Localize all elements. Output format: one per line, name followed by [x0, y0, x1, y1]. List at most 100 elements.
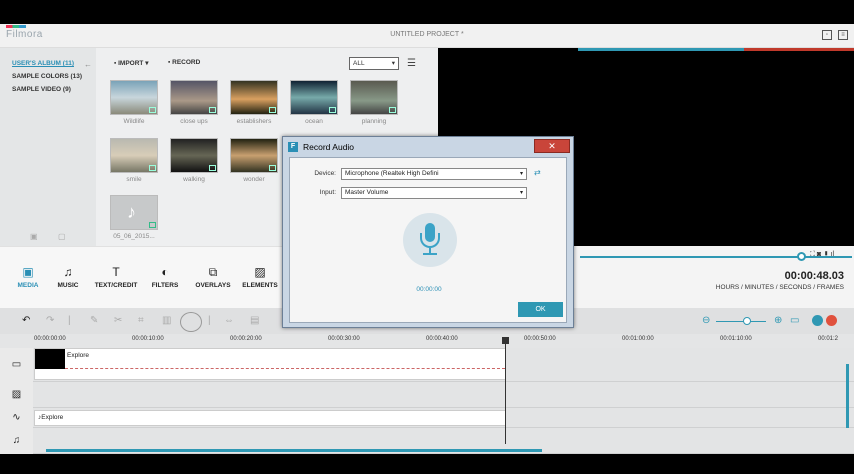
ruler-mark: 00:00:40:00 [426, 336, 458, 342]
media-thumb[interactable] [170, 80, 218, 115]
video-track-icon: ▭ [0, 348, 33, 382]
title-bar: Filmora UNTITLED PROJECT * ▫ ≡ [0, 24, 854, 48]
zoom-handle[interactable] [743, 317, 751, 325]
music-note-icon: ♪ [127, 202, 136, 222]
timecode: 00:00:48.03 [784, 270, 844, 282]
media-thumb-label: close ups [180, 118, 208, 125]
save-icon[interactable]: ▫ [822, 30, 832, 40]
album-users[interactable]: USER'S ALBUM (11) [12, 60, 74, 67]
music-track-icon: ♫ [0, 428, 33, 454]
elements-icon: ▨ [254, 265, 266, 279]
album-panel: USER'S ALBUM (11) SAMPLE COLORS (13) SAM… [0, 48, 96, 246]
timeline-tracks: ▭ Explore ▨ ∿ ♪Explore ♫ [0, 348, 854, 454]
media-thumb-label: walking [183, 176, 205, 183]
playhead[interactable] [505, 338, 506, 444]
remove-folder-icon[interactable]: ▢ [58, 232, 66, 241]
add-folder-icon[interactable]: ▣ [30, 232, 38, 241]
ruler-mark: 00:00:00:00 [34, 336, 66, 342]
list-view-icon[interactable]: ☰ [407, 58, 416, 69]
media-thumb[interactable] [230, 138, 278, 173]
record-icon[interactable] [826, 315, 837, 326]
zoom-slider[interactable] [716, 321, 766, 322]
ruler-mark: 00:00:50:00 [524, 336, 556, 342]
signal-icon[interactable]: ıl [831, 251, 835, 258]
dialog-titlebar[interactable]: F Record Audio ✕ [283, 137, 573, 157]
menu-icon[interactable]: ≡ [838, 30, 848, 40]
media-thumb[interactable] [110, 80, 158, 115]
close-button[interactable]: ✕ [534, 139, 570, 153]
device-select[interactable]: Microphone (Realtek High Defini ▾ [341, 168, 527, 180]
media-thumb-label: establishers [236, 118, 272, 125]
media-thumb-label: ocean [305, 118, 323, 125]
microphone-record-button[interactable] [403, 213, 457, 267]
import-button[interactable]: ▪ IMPORT ▾ [114, 59, 148, 67]
timecode-units: HOURS / MINUTES / SECONDS / FRAMES [715, 284, 844, 291]
redo-icon[interactable]: ↷ [46, 315, 54, 326]
fit-icon[interactable]: ▭ [790, 315, 799, 326]
media-thumb[interactable] [230, 80, 278, 115]
refresh-icon[interactable]: ⇄ [534, 168, 541, 177]
dialog-title: Record Audio [303, 142, 355, 152]
album-sample-colors[interactable]: SAMPLE COLORS (13) [12, 73, 82, 80]
album-sample-video[interactable]: SAMPLE VIDEO (9) [12, 86, 71, 93]
split-screen-icon[interactable]: ⇔ [224, 315, 234, 326]
vertical-scrollbar[interactable] [846, 364, 849, 428]
edit-icon[interactable]: ✎ [90, 315, 98, 326]
scrubber-handle[interactable] [797, 252, 806, 261]
media-icon: ▣ [22, 265, 34, 279]
tab-elements[interactable]: ▨ ELEMENTS [238, 265, 282, 289]
ruler-mark: 00:01:2 [818, 336, 839, 342]
device-label: Device: [314, 170, 336, 177]
input-label: Input: [319, 189, 336, 196]
overlay-track[interactable] [33, 382, 854, 408]
tab-overlays[interactable]: ⧉ OVERLAYS [191, 265, 235, 289]
volume-icon[interactable]: ▮ [823, 251, 829, 258]
ruler-mark: 00:01:00:00 [622, 336, 654, 342]
horizontal-scrollbar[interactable] [46, 449, 542, 452]
media-thumb-label: Wildlife [123, 118, 145, 125]
overlays-icon: ⧉ [208, 265, 218, 279]
undo-icon[interactable]: ↶ [22, 315, 30, 326]
cut-icon[interactable]: ✂ [114, 315, 122, 326]
tab-filters[interactable]: ◐ FILTERS [143, 265, 187, 289]
time-ruler[interactable]: 00:00:00:00 00:00:10:00 00:00:20:00 00:0… [0, 334, 854, 348]
player-icons: ⛶ ◙ ▮ ıl [810, 251, 834, 259]
project-title: UNTITLED PROJECT * [390, 31, 464, 38]
music-note-icon: ♫ [63, 265, 73, 279]
media-thumb[interactable] [110, 138, 158, 173]
media-thumb-label: planning [361, 118, 387, 125]
divider: | [68, 315, 71, 326]
filter-select[interactable]: ALL ▾ [349, 57, 399, 70]
media-thumb[interactable] [350, 80, 398, 115]
clip-thumbnail [35, 349, 65, 369]
video-clip-label: Explore [67, 352, 90, 359]
zoom-in-icon[interactable]: ⊕ [774, 315, 782, 326]
snapshot-icon[interactable]: ◙ [817, 251, 821, 258]
record-voiceover-icon[interactable] [180, 312, 202, 332]
record-button[interactable]: ▪ RECORD [168, 59, 200, 66]
filmora-app: Filmora UNTITLED PROJECT * ▫ ≡ USER'S AL… [0, 0, 854, 474]
input-select[interactable]: Master Volume ▾ [341, 187, 527, 199]
delete-icon[interactable]: ▥ [162, 315, 171, 326]
export-clip-icon[interactable]: ▤ [250, 315, 259, 326]
settings-icon[interactable] [812, 315, 823, 326]
tab-text-credit[interactable]: T TEXT/CREDIT [94, 265, 138, 289]
audio-thumb[interactable]: ♪ [110, 195, 158, 230]
collapse-arrow-icon[interactable]: ← [84, 60, 92, 69]
filters-icon: ◐ [161, 265, 169, 279]
media-thumb-label: 05_06_2015... [113, 233, 155, 240]
audio-clip[interactable]: ♪Explore [34, 410, 506, 426]
clip-audio-line [65, 368, 505, 369]
ruler-mark: 00:00:30:00 [328, 336, 360, 342]
ok-button[interactable]: OK [518, 302, 563, 317]
video-clip[interactable]: Explore [34, 348, 506, 380]
media-thumb[interactable] [290, 80, 338, 115]
fullscreen-icon[interactable]: ⛶ [810, 251, 815, 258]
ruler-mark: 00:00:10:00 [132, 336, 164, 342]
zoom-out-icon[interactable]: ⊖ [702, 315, 710, 326]
media-thumb[interactable] [170, 138, 218, 173]
tab-music[interactable]: ♫ MUSIC [46, 265, 90, 289]
crop-icon[interactable]: ⌗ [138, 315, 144, 326]
tab-media[interactable]: ▣ MEDIA [6, 265, 50, 289]
ruler-mark: 00:00:20:00 [230, 336, 262, 342]
